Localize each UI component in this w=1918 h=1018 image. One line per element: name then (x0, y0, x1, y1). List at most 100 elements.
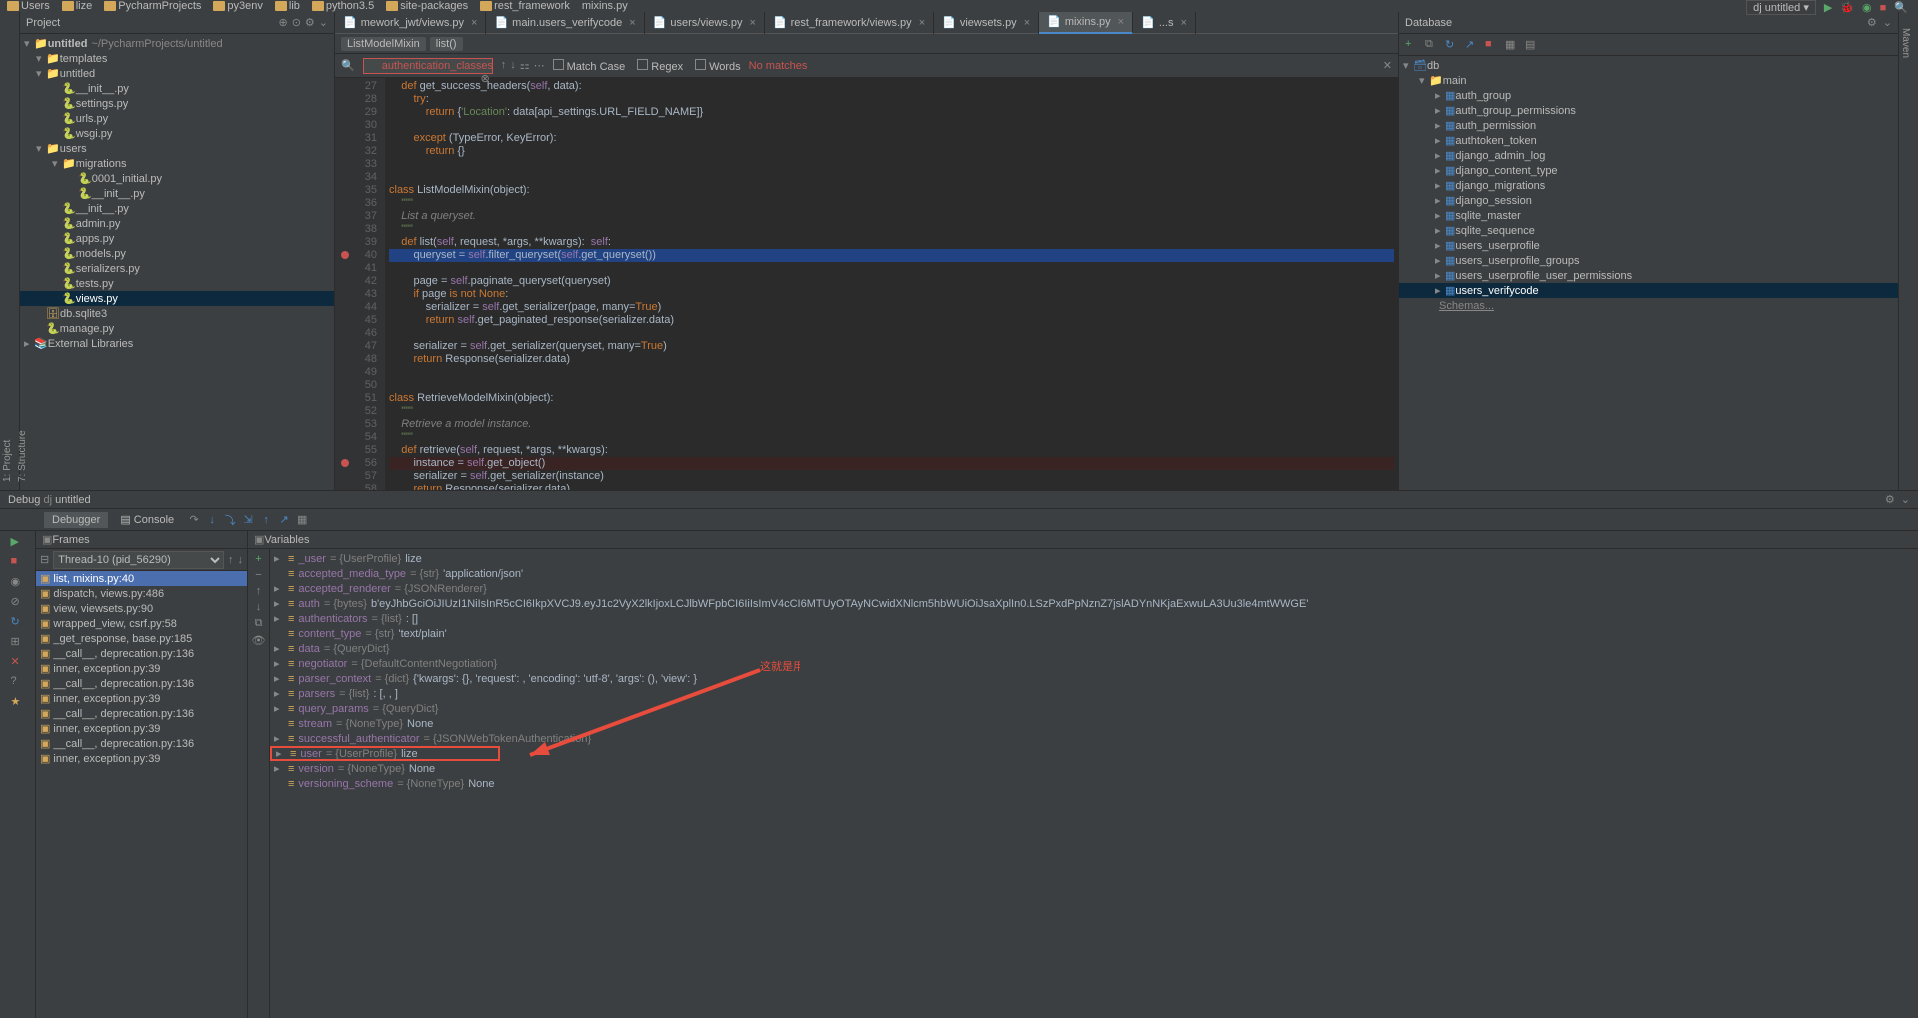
tree-node[interactable]: 🐍__init__.py (20, 186, 334, 201)
step-into-icon[interactable]: ↓ (204, 512, 220, 528)
down-icon[interactable]: ↓ (256, 601, 262, 613)
frame-item[interactable]: ▣inner, exception.py:39 (36, 691, 247, 706)
editor-tab[interactable]: 📄users/views.py× (645, 12, 765, 34)
remove-watch-icon[interactable]: − (255, 569, 261, 581)
tree-node[interactable]: 🐍__init__.py (20, 201, 334, 216)
db-table[interactable]: ▸▦ authtoken_token (1399, 133, 1898, 148)
words-checkbox[interactable]: Words (695, 59, 741, 73)
nav-item[interactable]: PycharmProjects (101, 0, 204, 12)
nav-item[interactable]: py3env (210, 0, 265, 12)
nav-item[interactable]: Users (4, 0, 53, 12)
close-tab-icon[interactable]: × (471, 17, 477, 29)
tree-root[interactable]: ▾📁 untitled ~/PycharmProjects/untitled (20, 36, 334, 51)
nav-item[interactable]: lize (59, 0, 96, 12)
stop-icon[interactable]: ■ (1485, 38, 1499, 52)
step-over-icon[interactable]: ↷ (186, 512, 202, 528)
tree-node[interactable]: 🐍serializers.py (20, 261, 334, 276)
jump-icon[interactable]: ↗ (1465, 38, 1479, 52)
tree-node[interactable]: 🐍apps.py (20, 231, 334, 246)
editor-tab[interactable]: 📄viewsets.py× (934, 12, 1039, 34)
step-out-icon[interactable]: ↑ (258, 512, 274, 528)
variable-item[interactable]: ▸≡ _user = {UserProfile} lize (270, 551, 1918, 566)
force-step-icon[interactable]: ⇲ (240, 512, 256, 528)
match-case-checkbox[interactable]: Match Case (553, 59, 626, 73)
db-table[interactable]: ▸▦ users_userprofile_groups (1399, 253, 1898, 268)
tree-node[interactable]: 🐍manage.py (20, 321, 334, 336)
db-table[interactable]: ▸▦ users_verifycode (1399, 283, 1898, 298)
frame-item[interactable]: ▣__call__, deprecation.py:136 (36, 646, 247, 661)
debug-hide-icon[interactable]: ⌄ (1901, 493, 1910, 506)
db-table[interactable]: ▸▦ users_userprofile_user_permissions (1399, 268, 1898, 283)
coverage-icon[interactable]: ◉ (1862, 1, 1872, 14)
tree-node[interactable]: 🗄db.sqlite3 (20, 306, 334, 321)
stop-icon[interactable]: ■ (11, 555, 25, 569)
db-table[interactable]: ▸▦ users_userprofile (1399, 238, 1898, 253)
refresh-icon[interactable]: ↻ (1445, 38, 1459, 52)
close-tab-icon[interactable]: × (919, 17, 925, 29)
more-icon[interactable]: ⋯ (534, 59, 545, 72)
select-opened-icon[interactable]: ⊙ (292, 16, 301, 29)
show-watches-icon[interactable]: 👁 (252, 634, 266, 647)
help-icon[interactable]: ? (11, 675, 25, 689)
editor-tab[interactable]: 📄rest_framework/views.py× (765, 12, 934, 34)
tree-node[interactable]: 🐍admin.py (20, 216, 334, 231)
frame-item[interactable]: ▣_get_response, base.py:185 (36, 631, 247, 646)
frame-item[interactable]: ▣list, mixins.py:40 (36, 571, 247, 586)
frame-item[interactable]: ▣__call__, deprecation.py:136 (36, 736, 247, 751)
clear-search-icon[interactable]: ⊗ (480, 72, 489, 85)
close-tab-icon[interactable]: × (1118, 16, 1124, 28)
settings-icon[interactable]: ⚙ (305, 16, 315, 29)
hide-icon[interactable]: ⌄ (319, 16, 328, 29)
structure-tool-button[interactable]: 7: Structure (15, 32, 30, 490)
next-match-icon[interactable]: ↓ (510, 59, 516, 72)
mute-breakpoints-icon[interactable]: ⊘ (11, 595, 25, 609)
close-tab-icon[interactable]: × (629, 17, 635, 29)
tree-node[interactable]: 🐍wsgi.py (20, 126, 334, 141)
variable-item[interactable]: ▸≡ negotiator = {DefaultContentNegotiati… (270, 656, 1918, 671)
collapse-icon[interactable]: ⊕ (278, 16, 287, 29)
code-text[interactable]: def get_success_headers(self, data): try… (385, 78, 1398, 490)
variable-item[interactable]: ≡ content_type = {str} 'text/plain' (270, 626, 1918, 641)
frame-item[interactable]: ▣inner, exception.py:39 (36, 751, 247, 766)
frame-item[interactable]: ▣inner, exception.py:39 (36, 721, 247, 736)
tree-node[interactable]: ▾📁migrations (20, 156, 334, 171)
close-tab-icon[interactable]: × (750, 17, 756, 29)
variable-item[interactable]: ≡ accepted_media_type = {str} 'applicati… (270, 566, 1918, 581)
prev-match-icon[interactable]: ↑ (501, 59, 507, 72)
nav-item[interactable]: rest_framework (477, 0, 573, 12)
db-table[interactable]: ▸▦ django_content_type (1399, 163, 1898, 178)
db-table[interactable]: ▸▦ django_migrations (1399, 178, 1898, 193)
add-datasource-icon[interactable]: + (1405, 38, 1419, 52)
run-config-select[interactable]: dj untitled ▾ (1746, 0, 1816, 15)
debug-settings-icon[interactable]: ⚙ (1885, 493, 1895, 506)
code-area[interactable]: 2728293031323334353637383940414243444546… (335, 78, 1398, 490)
variable-item[interactable]: ▸≡ version = {NoneType} None (270, 761, 1918, 776)
variable-item[interactable]: ▸≡ accepted_renderer = {JSONRenderer} (270, 581, 1918, 596)
editor-tab[interactable]: 📄mixins.py× (1039, 12, 1133, 34)
layout-icon[interactable]: ⊞ (11, 635, 25, 649)
stop-icon[interactable]: ■ (1880, 2, 1887, 14)
frame-item[interactable]: ▣wrapped_view, csrf.py:58 (36, 616, 247, 631)
tree-node[interactable]: ▸📚External Libraries (20, 336, 334, 351)
duplicate-icon[interactable]: ⧉ (1425, 38, 1439, 52)
frame-item[interactable]: ▣__call__, deprecation.py:136 (36, 676, 247, 691)
frame-item[interactable]: ▣view, viewsets.py:90 (36, 601, 247, 616)
duplicate-watch-icon[interactable]: ⧉ (255, 617, 263, 630)
frame-item[interactable]: ▣inner, exception.py:39 (36, 661, 247, 676)
add-watch-icon[interactable]: + (255, 553, 261, 565)
up-icon[interactable]: ↑ (256, 585, 262, 597)
thread-dropdown[interactable]: Thread-10 (pid_56290) (53, 551, 224, 569)
variable-item[interactable]: ▸≡ auth = {bytes} b'eyJhbGciOiJIUzI1NiIs… (270, 596, 1918, 611)
db-settings-icon[interactable]: ⚙ (1867, 16, 1877, 29)
tree-node[interactable]: ▾📁templates (20, 51, 334, 66)
db-table[interactable]: ▸▦ auth_permission (1399, 118, 1898, 133)
thread-selector[interactable]: ⊟ Thread-10 (pid_56290) ↑ ↓ (36, 549, 247, 571)
db-table[interactable]: ▸▦ auth_group (1399, 88, 1898, 103)
tree-node[interactable]: 🐍0001_initial.py (20, 171, 334, 186)
filter-icon[interactable]: ⚏ (520, 59, 530, 72)
console-tab[interactable]: ▤ Console (112, 511, 182, 528)
close-search-icon[interactable]: ✕ (1383, 59, 1392, 72)
view-breakpoints-icon[interactable]: ◉ (11, 575, 25, 589)
next-frame-icon[interactable]: ↓ (238, 554, 244, 566)
schemas-link[interactable]: Schemas... (1399, 298, 1898, 314)
